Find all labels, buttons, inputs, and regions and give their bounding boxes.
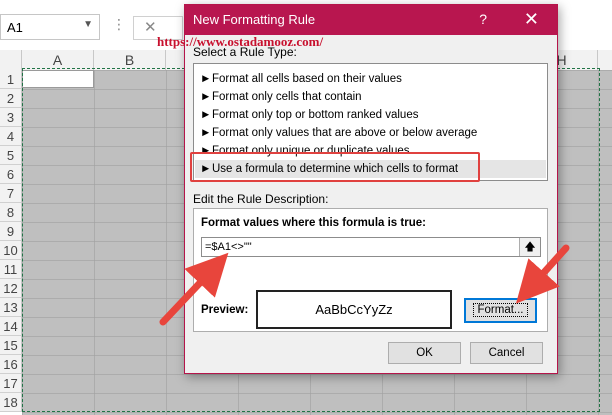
cancel-button[interactable]: Cancel	[470, 342, 543, 364]
rule-type-item[interactable]: ►Format only cells that contain	[200, 88, 362, 106]
collapse-dialog-icon[interactable]: 🡅	[519, 238, 540, 256]
rule-type-label: Format only cells that contain	[212, 91, 362, 103]
row-header[interactable]: 11	[0, 260, 22, 279]
format-button-label: Format...	[473, 303, 528, 317]
format-button[interactable]: Format...	[464, 298, 537, 323]
name-box[interactable]: A1 ▼	[0, 14, 100, 40]
arrow-icon: ►	[200, 127, 212, 139]
row-header[interactable]: 4	[0, 127, 22, 146]
highlight-box	[190, 152, 480, 182]
row-header[interactable]: 2	[0, 89, 22, 108]
row-header[interactable]: 18	[0, 393, 22, 412]
rule-type-label: Format only values that are above or bel…	[212, 127, 478, 139]
arrow-icon: ►	[200, 73, 212, 85]
column-header-a[interactable]: A	[22, 50, 94, 70]
ok-button[interactable]: OK	[388, 342, 461, 364]
rule-type-item[interactable]: ►Format only top or bottom ranked values	[200, 106, 418, 124]
row-header[interactable]: 17	[0, 374, 22, 393]
row-header[interactable]: 12	[0, 279, 22, 298]
formula-label: Format values where this formula is true…	[201, 217, 426, 229]
row-header[interactable]: 3	[0, 108, 22, 127]
preview-box: AaBbCcYyZz	[256, 290, 452, 329]
row-header[interactable]: 13	[0, 298, 22, 317]
formula-input[interactable]: =$A1<>"" 🡅	[201, 237, 541, 257]
formula-value: =$A1<>""	[205, 241, 252, 253]
name-box-value: A1	[7, 20, 23, 35]
row-header[interactable]: 6	[0, 165, 22, 184]
row-header[interactable]: 9	[0, 222, 22, 241]
new-formatting-rule-dialog: New Formatting Rule ? ✕ Select a Rule Ty…	[184, 4, 558, 374]
rule-type-label: Format only top or bottom ranked values	[212, 109, 419, 121]
row-header[interactable]: 15	[0, 336, 22, 355]
edit-description-label: Edit the Rule Description:	[193, 192, 329, 206]
row-header[interactable]: 14	[0, 317, 22, 336]
dialog-titlebar[interactable]: New Formatting Rule ? ✕	[185, 5, 557, 35]
arrow-icon: ►	[200, 109, 212, 121]
rule-type-item[interactable]: ►Format all cells based on their values	[200, 70, 402, 88]
dialog-title: New Formatting Rule	[193, 12, 316, 27]
more-icon: ⋮	[112, 16, 126, 32]
rule-type-item[interactable]: ►Format only values that are above or be…	[200, 124, 477, 142]
preview-label: Preview:	[201, 304, 249, 316]
row-header[interactable]: 10	[0, 241, 22, 260]
row-header[interactable]: 8	[0, 203, 22, 222]
row-header[interactable]: 1	[0, 70, 22, 89]
row-header[interactable]: 16	[0, 355, 22, 374]
chevron-down-icon[interactable]: ▼	[83, 19, 93, 30]
close-icon[interactable]: ✕	[524, 9, 539, 30]
help-icon[interactable]: ?	[479, 11, 487, 27]
arrow-icon: ►	[200, 91, 212, 103]
column-header-b[interactable]: B	[94, 50, 166, 70]
row-header[interactable]: 5	[0, 146, 22, 165]
rule-type-label: Format all cells based on their values	[212, 73, 402, 85]
row-header[interactable]: 7	[0, 184, 22, 203]
select-all-corner[interactable]	[0, 50, 22, 70]
watermark-url: https://www.ostadamooz.com/	[157, 34, 324, 49]
